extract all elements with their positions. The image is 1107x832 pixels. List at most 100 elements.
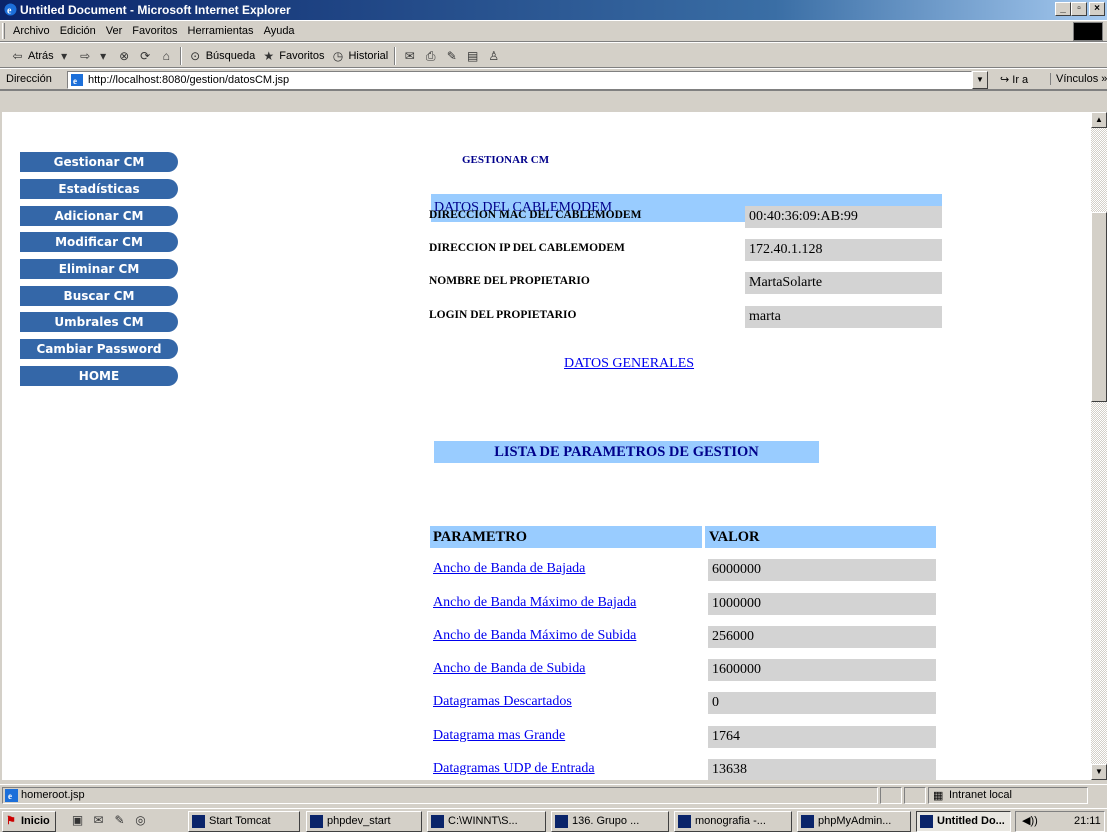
menu-item-1[interactable]: Edición bbox=[55, 21, 101, 37]
taskbar-label: Start Tomcat bbox=[209, 815, 271, 827]
address-dropdown-button[interactable]: ▼ bbox=[972, 71, 988, 89]
discuss-icon[interactable]: ▤ bbox=[465, 49, 480, 64]
stop-icon[interactable]: ⊗ bbox=[117, 49, 132, 64]
param-value: 13638 bbox=[708, 759, 936, 780]
messenger-icon[interactable]: ♙ bbox=[486, 49, 501, 64]
address-bar: Dirección e http://localhost:8080/gestio… bbox=[0, 68, 1107, 90]
menu-item-4[interactable]: Herramientas bbox=[183, 21, 259, 37]
status-bar: e homeroot.jsp ▦ Intranet local bbox=[0, 784, 1107, 806]
edit-icon[interactable]: ✎ bbox=[444, 49, 459, 64]
datos-generales-link[interactable]: DATOS GENERALES bbox=[564, 356, 694, 372]
scroll-down-button[interactable]: ▼ bbox=[1091, 764, 1107, 780]
ie-launch-icon[interactable]: ◎ bbox=[133, 813, 148, 828]
param-link[interactable]: Ancho de Banda de Subida bbox=[433, 661, 585, 677]
ie-icon: e bbox=[4, 3, 17, 17]
taskbar-label: C:\WINNT\S... bbox=[448, 815, 518, 827]
nav-button-0[interactable]: Gestionar CM bbox=[20, 152, 178, 172]
datos-label: LOGIN DEL PROPIETARIO bbox=[429, 309, 577, 321]
menu-item-0[interactable]: Archivo bbox=[8, 21, 55, 37]
param-link[interactable]: Datagramas UDP de Entrada bbox=[433, 761, 595, 777]
status-cell bbox=[904, 787, 926, 804]
taskbar-button-0[interactable]: Start Tomcat bbox=[188, 811, 300, 832]
volume-icon[interactable]: ◀)) bbox=[1022, 812, 1038, 831]
links-button[interactable]: Vínculos » bbox=[1050, 73, 1107, 85]
nav-button-4[interactable]: Eliminar CM bbox=[20, 259, 178, 279]
forward-button[interactable]: ⇨ ▾ bbox=[78, 49, 111, 64]
taskbar-label: monografia -... bbox=[695, 815, 766, 827]
param-value: 0 bbox=[708, 692, 936, 714]
nav-button-7[interactable]: Cambiar Password bbox=[20, 339, 178, 359]
scroll-thumb[interactable] bbox=[1091, 212, 1107, 402]
param-value: 6000000 bbox=[708, 559, 936, 581]
address-input[interactable]: e http://localhost:8080/gestion/datosCM.… bbox=[67, 71, 972, 89]
menu-item-2[interactable]: Ver bbox=[101, 21, 128, 37]
param-link[interactable]: Datagrama mas Grande bbox=[433, 728, 565, 744]
home-icon[interactable]: ⌂ bbox=[159, 49, 174, 64]
nav-button-5[interactable]: Buscar CM bbox=[20, 286, 178, 306]
separator bbox=[394, 47, 397, 65]
title-bar[interactable]: e Untitled Document - Microsoft Internet… bbox=[0, 0, 1107, 20]
task-app-icon bbox=[920, 815, 933, 828]
param-value: 1764 bbox=[708, 726, 936, 748]
param-link[interactable]: Ancho de Banda Máximo de Subida bbox=[433, 628, 636, 644]
menu-item-5[interactable]: Ayuda bbox=[259, 21, 300, 37]
toolbar: ⇦ Atrás ▾ ⇨ ▾ ⊗ ⟳ ⌂ ⊙ Búsqueda ★ Favoritos ◷ H… bbox=[0, 42, 1107, 68]
browser-window: e Untitled Document - Microsoft Internet… bbox=[0, 0, 1107, 808]
start-button[interactable]: ⚑ Inicio bbox=[2, 811, 56, 832]
taskbar-label: phpMyAdmin... bbox=[818, 815, 892, 827]
mail-icon[interactable]: ✉ bbox=[402, 49, 417, 64]
print-icon[interactable]: ⎙ bbox=[423, 49, 438, 64]
lista-title: LISTA DE PARAMETROS DE GESTION bbox=[434, 441, 819, 463]
menu-bar: Archivo Edición Ver Favoritos Herramientas Ay… bbox=[0, 20, 1107, 42]
param-value: 256000 bbox=[708, 626, 936, 648]
outlook-icon[interactable]: ✉ bbox=[91, 813, 106, 828]
param-value: 1000000 bbox=[708, 593, 936, 615]
system-tray: ◀)) 21:11 bbox=[1015, 811, 1105, 832]
param-value: 1600000 bbox=[708, 659, 936, 681]
taskbar-button-2[interactable]: C:\WINNT\S... bbox=[427, 811, 546, 832]
taskbar: ⚑ Inicio ▣ ✉ ✎ ◎ Start Tomcat phpdev_star… bbox=[0, 808, 1107, 832]
taskbar-button-3[interactable]: 136. Grupo ... bbox=[551, 811, 669, 832]
favorites-icon: ★ bbox=[263, 48, 275, 63]
quick-launch: ▣ ✉ ✎ ◎ bbox=[70, 813, 148, 828]
back-button[interactable]: ⇦ Atrás ▾ bbox=[10, 49, 72, 64]
menu-item-3[interactable]: Favoritos bbox=[127, 21, 182, 37]
param-link[interactable]: Ancho de Banda de Bajada bbox=[433, 561, 585, 577]
close-button[interactable]: × bbox=[1089, 2, 1105, 16]
minimize-button[interactable]: _ bbox=[1055, 2, 1071, 16]
back-arrow-icon: ⇦ bbox=[12, 48, 23, 63]
svg-text:e: e bbox=[73, 76, 77, 86]
taskbar-button-6[interactable]: Untitled Do... bbox=[916, 811, 1011, 832]
taskbar-button-1[interactable]: phpdev_start bbox=[306, 811, 422, 832]
nav-button-8[interactable]: HOME bbox=[20, 366, 178, 386]
windows-logo-icon bbox=[1073, 22, 1103, 41]
task-app-icon bbox=[431, 815, 444, 828]
refresh-icon[interactable]: ⟳ bbox=[138, 49, 153, 64]
forward-arrow-icon: ⇨ bbox=[80, 48, 91, 63]
taskbar-button-4[interactable]: monografia -... bbox=[674, 811, 792, 832]
desktop-icon[interactable]: ▣ bbox=[70, 813, 85, 828]
svg-text:e: e bbox=[7, 6, 12, 17]
history-button[interactable]: ◷ Historial bbox=[330, 49, 388, 64]
taskbar-button-5[interactable]: phpMyAdmin... bbox=[797, 811, 911, 832]
param-link[interactable]: Ancho de Banda Máximo de Bajada bbox=[433, 595, 636, 611]
param-link[interactable]: Datagramas Descartados bbox=[433, 694, 572, 710]
vertical-scrollbar[interactable]: ▲ ▼ bbox=[1091, 112, 1107, 780]
task-app-icon bbox=[801, 815, 814, 828]
nav-button-2[interactable]: Adicionar CM bbox=[20, 206, 178, 226]
nav-button-3[interactable]: Modificar CM bbox=[20, 232, 178, 252]
address-label: Dirección bbox=[6, 73, 52, 85]
page-heading: GESTIONAR CM bbox=[462, 154, 550, 166]
go-button[interactable]: ↪ Ir a bbox=[1000, 73, 1028, 86]
maximize-button[interactable]: ▫ bbox=[1071, 2, 1087, 16]
paint-icon[interactable]: ✎ bbox=[112, 813, 127, 828]
nav-button-1[interactable]: Estadísticas bbox=[20, 179, 178, 199]
taskbar-label: 136. Grupo ... bbox=[572, 815, 640, 827]
status-cell bbox=[880, 787, 902, 804]
intranet-icon: ▦ bbox=[933, 790, 944, 802]
search-button[interactable]: ⊙ Búsqueda bbox=[188, 49, 255, 64]
task-app-icon bbox=[192, 815, 205, 828]
scroll-up-button[interactable]: ▲ bbox=[1091, 112, 1107, 128]
favorites-button[interactable]: ★ Favoritos bbox=[261, 49, 324, 64]
nav-button-6[interactable]: Umbrales CM bbox=[20, 312, 178, 332]
